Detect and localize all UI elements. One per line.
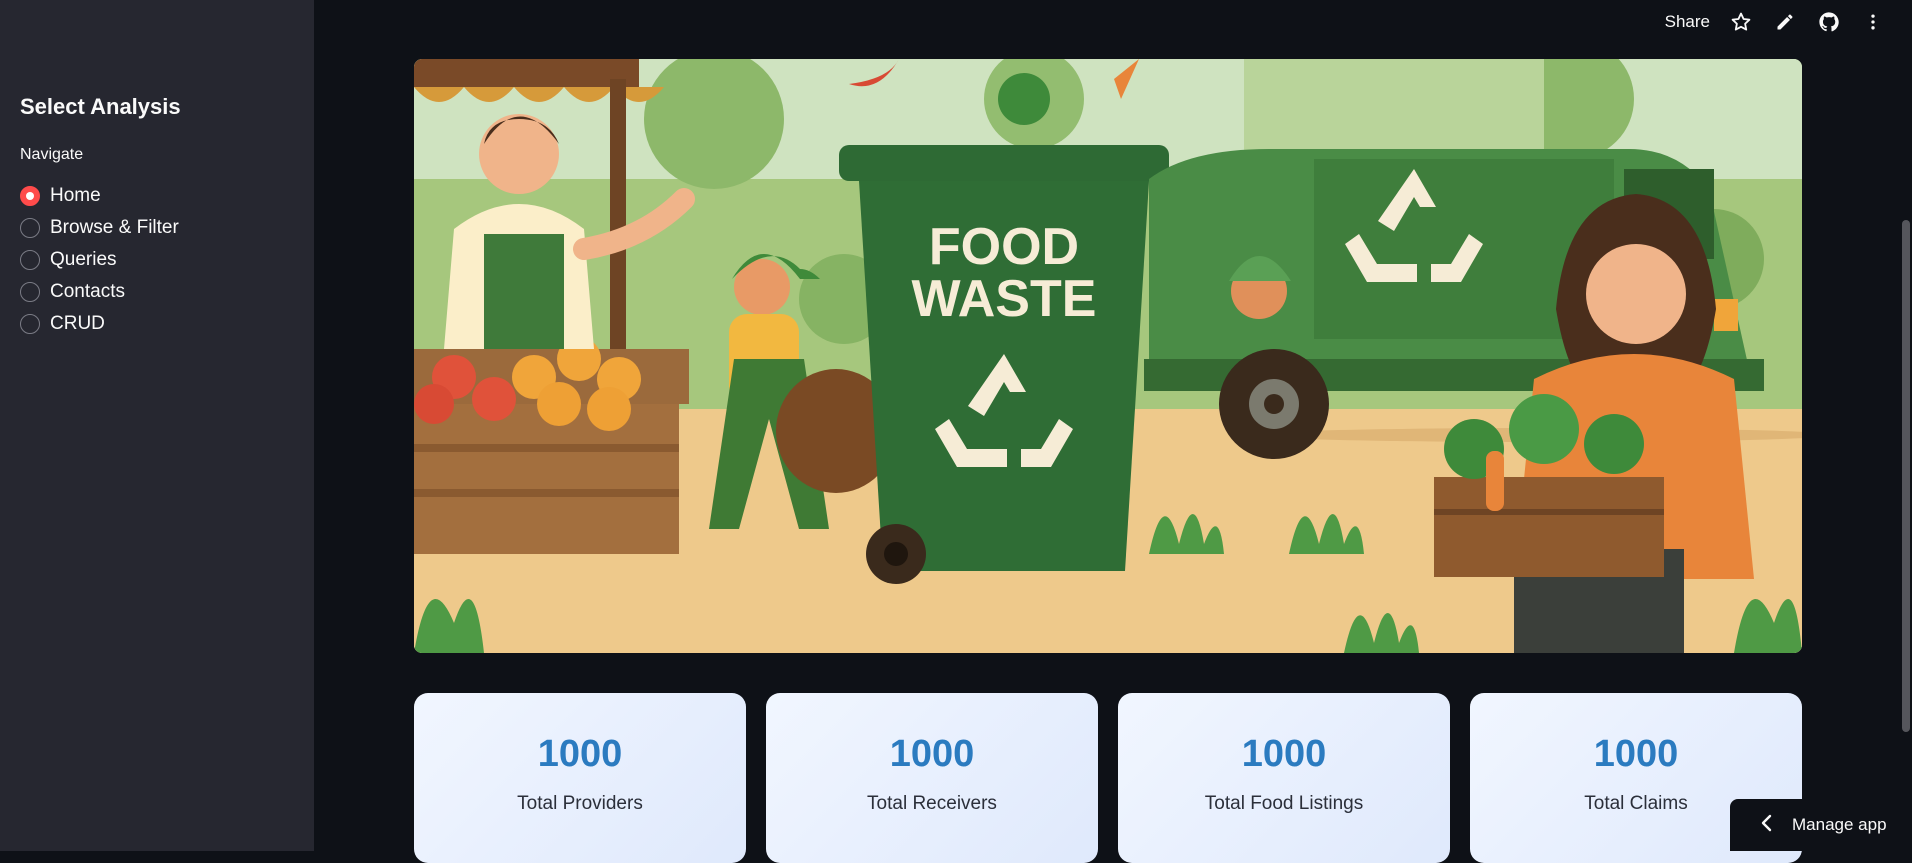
manage-app-label: Manage app [1792,815,1887,834]
metric-card-food-listings: 1000 Total Food Listings [1118,693,1450,863]
metric-value: 1000 [537,733,623,775]
sidebar: Select Analysis Navigate Home Browse & F… [0,0,314,851]
metric-label: Total Receivers [867,793,997,814]
scrollbar-thumb[interactable] [1902,220,1910,732]
sidebar-title: Select Analysis [20,94,181,119]
manage-app-button[interactable]: Manage app [1730,799,1912,851]
radio-button[interactable] [20,314,40,334]
chevron-left-icon [1760,814,1774,837]
radio-button[interactable] [20,282,40,302]
more-vertical-icon[interactable] [1860,9,1886,35]
radio-contacts[interactable]: Contacts [20,276,179,308]
metric-value: 1000 [889,733,975,775]
share-button[interactable]: Share [1665,12,1710,32]
header-toolbar: Share [1665,8,1886,36]
radio-label: Browse & Filter [50,217,179,238]
radio-browse-filter[interactable]: Browse & Filter [20,212,179,244]
star-icon[interactable] [1728,9,1754,35]
metric-label: Total Food Listings [1204,793,1364,814]
metric-card-providers: 1000 Total Providers [414,693,746,863]
navigate-label: Navigate [20,146,84,163]
radio-label: CRUD [50,313,105,334]
metric-card-receivers: 1000 Total Receivers [766,693,1098,863]
bin-text-food: FOOD [929,218,1079,276]
github-icon[interactable] [1816,9,1842,35]
pencil-icon[interactable] [1772,9,1798,35]
radio-label: Queries [50,249,117,270]
radio-label: Home [50,185,101,206]
metric-label: Total Providers [517,793,643,814]
navigate-radio-group: Home Browse & Filter Queries Contacts CR… [20,180,179,340]
metric-value: 1000 [1593,733,1679,775]
radio-button[interactable] [20,218,40,238]
hero-image: FOOD WASTE [414,59,1802,653]
radio-queries[interactable]: Queries [20,244,179,276]
radio-button[interactable] [20,250,40,270]
radio-label: Contacts [50,281,125,302]
bin-text-waste: WASTE [912,270,1097,328]
radio-button-checked[interactable] [20,186,40,206]
radio-crud[interactable]: CRUD [20,308,179,340]
radio-home[interactable]: Home [20,180,179,212]
metric-value: 1000 [1241,733,1327,775]
